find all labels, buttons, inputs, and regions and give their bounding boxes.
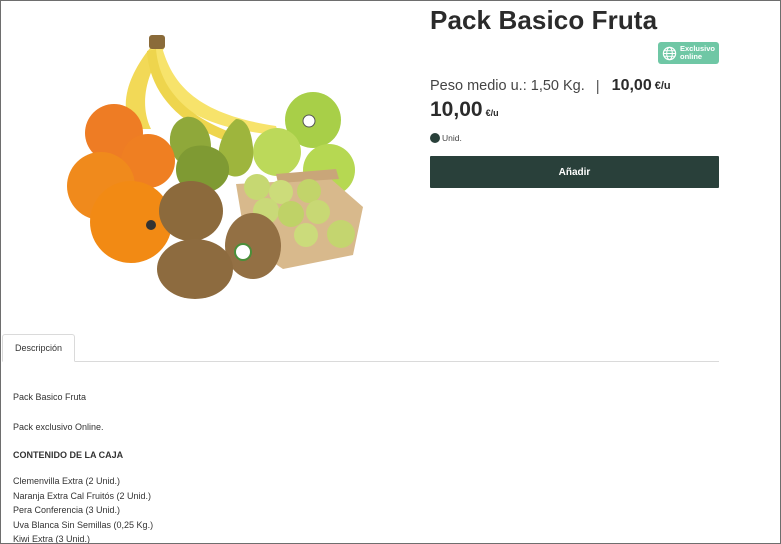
list-item: Naranja Extra Cal Fruitós (2 Unid.) [13,490,152,501]
contents-heading: CONTENIDO DE LA CAJA [13,450,124,460]
unit-price-suffix: €/u [654,80,671,92]
separator: | [595,77,600,95]
unit-option[interactable]: Unid. [430,133,462,143]
price: 10,00 [430,98,483,121]
description-panel: Pack Basico Fruta Pack exclusivo Online.… [13,390,154,544]
exclusive-online-badge: Exclusivo online [658,42,719,64]
price-row: 10,00 €/u [430,98,499,122]
unit-price: 10,00 [611,77,652,94]
list-item: Kiwi Extra (3 Unid.) [13,534,91,544]
product-image [67,35,363,299]
badge-line-2: online [680,52,703,61]
average-weight: Peso medio u.: 1,50 Kg. [430,78,585,94]
list-item: Pera Conferencia (3 Unid.) [13,505,121,515]
list-item: Clemenvilla Extra (2 Unid.) [13,476,121,486]
description-exclusive: Pack exclusivo Online. [13,422,104,432]
page-frame: Pack Basico Fruta Exclusivo online Peso … [0,0,781,544]
unit-option-label: Unid. [442,133,462,143]
globe-icon [662,46,677,60]
tab-descripcion[interactable]: Descripción [2,334,75,362]
price-suffix: €/u [485,108,499,118]
tab-divider [2,361,719,362]
radio-selected-icon[interactable] [430,133,440,143]
list-item: Uva Blanca Sin Semillas (0,25 Kg.) [13,519,154,530]
description-title: Pack Basico Fruta [13,392,87,402]
add-to-cart-button[interactable]: Añadir [430,156,719,188]
product-title: Pack Basico Fruta [430,5,658,35]
weight-price-row: Peso medio u.: 1,50 Kg. | 10,00 €/u [430,77,671,95]
